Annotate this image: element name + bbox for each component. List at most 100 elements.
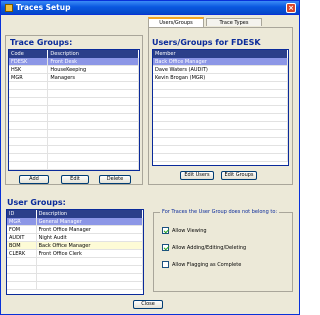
edit-button[interactable]: Edit	[61, 175, 89, 184]
main-panel: Trace Groups: Code Description FDESK Fron…	[3, 17, 298, 312]
table-row[interactable]: MGR General Manager	[7, 218, 143, 226]
empty-cell	[48, 162, 139, 169]
permissions-title: For Traces the User Group does not belon…	[160, 209, 280, 215]
col-group-description[interactable]: Description	[37, 210, 143, 218]
permission-checkbox[interactable]	[162, 227, 169, 234]
cell-id: BOM	[7, 242, 37, 249]
user-groups-heading: User Groups:	[7, 198, 66, 207]
tab-users-groups[interactable]: Users/Groups	[148, 17, 204, 27]
empty-cell	[48, 154, 139, 161]
permission-checkbox[interactable]	[162, 261, 169, 268]
empty-cell	[9, 90, 49, 97]
tab-trace-types[interactable]: Trace Types	[206, 18, 262, 26]
trace-groups-table[interactable]: Code Description FDESK Front Desk HSK House…	[8, 49, 140, 171]
user-groups-table[interactable]: ID Description MGR General Manager FOM Fron…	[6, 209, 144, 295]
empty-cell	[7, 266, 37, 273]
permission-option[interactable]: Allow Flagging as Complete	[162, 261, 241, 268]
cell-group-description: Back Office Manager	[37, 242, 143, 249]
empty-row	[153, 154, 288, 162]
permission-label: Allow Adding/Editing/Deleting	[172, 244, 247, 251]
delete-button[interactable]: Delete	[99, 175, 131, 184]
table-row[interactable]: HSK HouseKeeping	[9, 66, 139, 74]
cell-group-description: General Manager	[37, 218, 143, 225]
empty-cell	[9, 130, 49, 137]
empty-row	[9, 130, 139, 138]
empty-cell	[48, 82, 139, 89]
empty-cell	[153, 98, 288, 105]
close-button[interactable]: Close	[133, 300, 163, 309]
empty-row	[9, 98, 139, 106]
window-title: Traces Setup	[16, 3, 71, 12]
cell-code: FDESK	[9, 58, 49, 65]
users-groups-table[interactable]: Member Back Office Manager Dave Waters (A…	[152, 49, 289, 166]
table-row[interactable]: AUDIT Night Audit	[7, 234, 143, 242]
empty-row	[153, 98, 288, 106]
list-item[interactable]: Kevin Brogan (MGR)	[153, 74, 288, 82]
empty-row	[9, 122, 139, 130]
cell-group-description: Night Audit	[37, 234, 143, 241]
table-row[interactable]: MGR Managers	[9, 74, 139, 82]
empty-row	[153, 146, 288, 154]
empty-cell	[7, 274, 37, 281]
empty-cell	[48, 90, 139, 97]
edit-users-button[interactable]: Edit Users	[180, 171, 214, 180]
table-row[interactable]: CLERK Front Office Clerk	[7, 250, 143, 258]
empty-cell	[37, 258, 143, 265]
trace-groups-heading: Trace Groups:	[10, 38, 73, 47]
empty-row	[9, 162, 139, 170]
permission-option[interactable]: Allow Viewing	[162, 227, 207, 234]
empty-cell	[153, 138, 288, 145]
edit-groups-button[interactable]: Edit Groups	[221, 171, 257, 180]
table-row[interactable]: FDESK Front Desk	[9, 58, 139, 66]
empty-cell	[153, 106, 288, 113]
empty-cell	[9, 122, 49, 129]
cell-id: FOM	[7, 226, 37, 233]
table-row[interactable]: BOM Back Office Manager	[7, 242, 143, 250]
cell-id: CLERK	[7, 250, 37, 257]
empty-row	[9, 114, 139, 122]
permission-label: Allow Flagging as Complete	[172, 261, 242, 268]
empty-cell	[153, 146, 288, 153]
empty-cell	[153, 154, 288, 161]
user-groups-header: ID Description	[7, 210, 143, 218]
empty-cell	[153, 114, 288, 121]
cell-code: HSK	[9, 66, 49, 73]
empty-cell	[37, 266, 143, 273]
add-button[interactable]: Add	[19, 175, 49, 184]
list-item[interactable]: Back Office Manager	[153, 58, 288, 66]
empty-row	[9, 146, 139, 154]
empty-row	[153, 82, 288, 90]
empty-row	[9, 154, 139, 162]
cell-description: Front Desk	[48, 58, 139, 65]
empty-cell	[7, 282, 37, 289]
empty-cell	[48, 130, 139, 137]
empty-cell	[48, 114, 139, 121]
empty-row	[153, 122, 288, 130]
permission-checkbox[interactable]	[162, 244, 169, 251]
col-description[interactable]: Description	[48, 50, 139, 58]
permission-label: Allow Viewing	[172, 227, 207, 234]
empty-cell	[153, 122, 288, 129]
permissions-group: For Traces the User Group does not belon…	[153, 209, 293, 292]
empty-cell	[9, 146, 49, 153]
empty-row	[7, 274, 143, 282]
empty-row	[153, 138, 288, 146]
cell-member: Back Office Manager	[153, 58, 288, 65]
permission-option[interactable]: Allow Adding/Editing/Deleting	[162, 244, 246, 251]
empty-cell	[9, 106, 49, 113]
trace-groups-header: Code Description	[9, 50, 139, 58]
empty-cell	[153, 82, 288, 89]
list-item[interactable]: Dave Waters (AUDIT)	[153, 66, 288, 74]
table-row[interactable]: FOM Front Office Manager	[7, 226, 143, 234]
empty-cell	[48, 106, 139, 113]
col-member[interactable]: Member	[153, 50, 288, 58]
empty-cell	[9, 98, 49, 105]
title-bar[interactable]: Traces Setup ×	[1, 1, 299, 15]
empty-cell	[9, 154, 49, 161]
col-code[interactable]: Code	[9, 50, 49, 58]
empty-row	[153, 106, 288, 114]
empty-cell	[37, 274, 143, 281]
col-id[interactable]: ID	[7, 210, 37, 218]
close-icon[interactable]: ×	[286, 3, 296, 13]
empty-row	[7, 258, 143, 266]
